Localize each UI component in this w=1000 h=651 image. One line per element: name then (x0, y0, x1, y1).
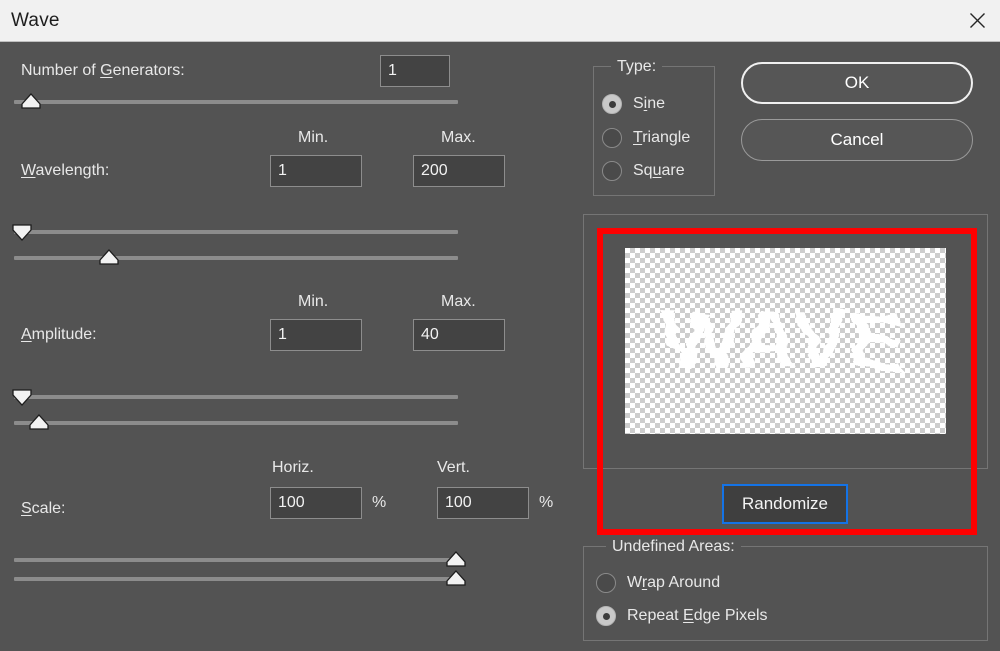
scale-vert-slider[interactable] (14, 570, 466, 588)
radio-indicator-selected (602, 94, 622, 114)
window-title: Wave (11, 10, 60, 31)
preview-wave-text: WAVE (663, 295, 906, 386)
radio-indicator (596, 573, 616, 593)
radio-label: Wrap Around (627, 574, 721, 591)
scale-horiz-input[interactable]: 100 (270, 487, 362, 519)
cancel-button[interactable]: Cancel (741, 119, 973, 161)
amplitude-min-slider[interactable] (12, 388, 458, 406)
scale-vert-input[interactable]: 100 (437, 487, 529, 519)
slider-track (14, 256, 458, 260)
wavelength-max-header: Max. (441, 129, 476, 146)
undefined-areas-groupbox (583, 546, 988, 641)
generators-input[interactable]: 1 (380, 55, 450, 87)
scale-horiz-slider[interactable] (14, 551, 466, 569)
slider-track (14, 230, 458, 234)
generators-label: Number of Generators: (21, 62, 185, 79)
scale-label: Scale: (21, 500, 66, 517)
preview-canvas[interactable]: WAVE (625, 248, 946, 434)
slider-track (14, 421, 458, 425)
radio-repeat-edge-pixels[interactable]: Repeat Edge Pixels (596, 606, 768, 626)
radio-indicator (602, 161, 622, 181)
slider-track (14, 100, 458, 104)
radio-type-triangle[interactable]: Triangle (602, 128, 690, 148)
amplitude-max-header: Max. (441, 293, 476, 310)
radio-wrap-around[interactable]: Wrap Around (596, 573, 720, 593)
slider-track (14, 558, 458, 562)
scale-vert-header: Vert. (437, 459, 470, 476)
radio-label: Square (633, 162, 685, 179)
scale-horiz-unit: % (372, 494, 387, 511)
scale-vert-unit: % (539, 494, 554, 511)
ok-button[interactable]: OK (741, 62, 973, 104)
randomize-button[interactable]: Randomize (722, 484, 848, 524)
undefined-areas-legend: Undefined Areas: (606, 538, 741, 556)
wave-dialog: Wave Number of Generators: 1 Min. Max. W… (0, 0, 1000, 651)
amplitude-max-input[interactable]: 40 (413, 319, 505, 351)
radio-label: Repeat Edge Pixels (627, 607, 768, 624)
radio-label: Triangle (633, 129, 691, 146)
radio-type-sine[interactable]: Sine (602, 94, 665, 114)
radio-indicator-selected (596, 606, 616, 626)
type-legend: Type: (611, 58, 663, 76)
slider-track (14, 577, 458, 581)
wavelength-label: Wavelength: (21, 162, 110, 179)
scale-horiz-header: Horiz. (272, 459, 314, 476)
wavelength-max-input[interactable]: 200 (413, 155, 505, 187)
generators-slider[interactable] (14, 93, 458, 111)
wavelength-min-header: Min. (298, 129, 329, 146)
svg-text:WAVE: WAVE (663, 295, 906, 386)
title-bar: Wave (0, 0, 1000, 42)
amplitude-max-slider[interactable] (14, 414, 458, 432)
close-button[interactable] (954, 0, 1000, 41)
radio-label: Sine (633, 95, 666, 112)
amplitude-min-header: Min. (298, 293, 329, 310)
close-icon (969, 12, 986, 29)
wavelength-min-input[interactable]: 1 (270, 155, 362, 187)
wavelength-min-slider[interactable] (12, 223, 458, 241)
amplitude-label: Amplitude: (21, 326, 97, 343)
slider-track (14, 395, 458, 399)
radio-type-square[interactable]: Square (602, 161, 685, 181)
amplitude-min-input[interactable]: 1 (270, 319, 362, 351)
wavelength-max-slider[interactable] (14, 249, 458, 267)
radio-indicator (602, 128, 622, 148)
